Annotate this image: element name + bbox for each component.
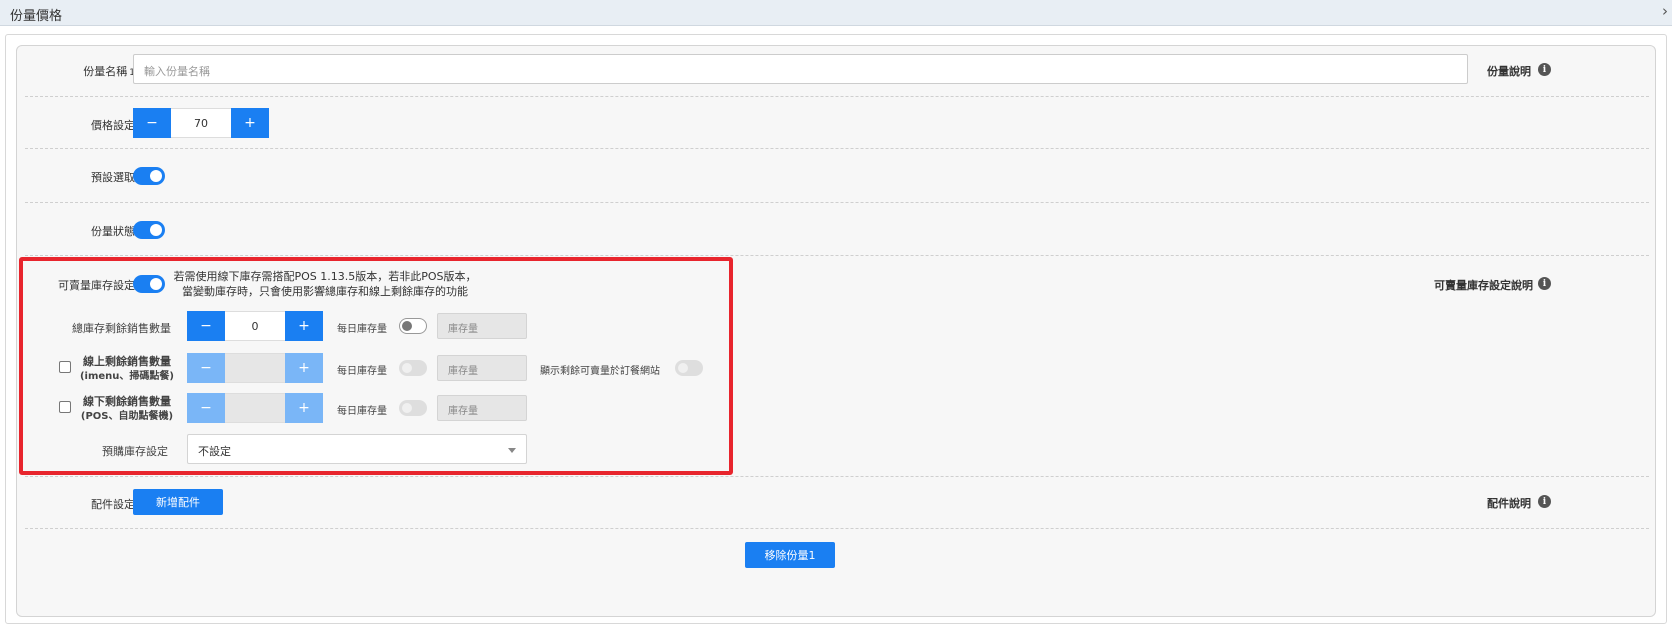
addon-label: 配件設定 bbox=[91, 498, 135, 511]
remove-portion-button[interactable]: 移除份量1 bbox=[745, 542, 835, 568]
price-label: 價格設定 bbox=[91, 119, 135, 132]
row-addon: 配件設定 新增配件 配件說明 i bbox=[17, 489, 1655, 515]
toggle-knob bbox=[150, 170, 162, 182]
divider bbox=[25, 202, 1649, 203]
info-icon[interactable]: i bbox=[1538, 63, 1551, 76]
default-select-toggle[interactable] bbox=[133, 167, 165, 185]
divider bbox=[25, 255, 1649, 256]
price-stepper: − 70 + bbox=[133, 108, 269, 138]
section-header[interactable]: 份量價格 › bbox=[0, 0, 1672, 26]
row-default-select: 預設選取 bbox=[17, 166, 1655, 186]
divider bbox=[25, 528, 1649, 529]
highlight-box bbox=[19, 257, 733, 475]
divider bbox=[25, 148, 1649, 149]
section-title: 份量價格 bbox=[10, 9, 63, 24]
divider bbox=[25, 476, 1649, 477]
add-addon-button[interactable]: 新增配件 bbox=[133, 489, 223, 515]
portion-status-label: 份量狀態 bbox=[91, 225, 135, 238]
row-portion-name: 份量名稱1 輸入份量名稱 份量說明 i bbox=[17, 54, 1655, 94]
price-value[interactable]: 70 bbox=[171, 108, 231, 138]
price-increment-button[interactable]: + bbox=[231, 108, 269, 138]
divider bbox=[25, 96, 1649, 97]
toggle-knob bbox=[150, 224, 162, 236]
inventory-help-link[interactable]: 可賣量庫存設定說明 bbox=[1434, 277, 1533, 293]
row-portion-status: 份量狀態 bbox=[17, 220, 1655, 240]
portion-name-input[interactable]: 輸入份量名稱 bbox=[133, 54, 1468, 84]
row-price: 價格設定 − 70 + bbox=[17, 108, 1655, 138]
info-icon[interactable]: i bbox=[1538, 495, 1551, 508]
default-select-label: 預設選取 bbox=[91, 171, 135, 184]
portion-help-link[interactable]: 份量說明 bbox=[1487, 63, 1531, 79]
portion-status-toggle[interactable] bbox=[133, 221, 165, 239]
chevron-right-icon[interactable]: › bbox=[1662, 2, 1668, 20]
info-icon[interactable]: i bbox=[1538, 277, 1551, 290]
portion-name-label: 份量名稱1 bbox=[83, 65, 135, 78]
addon-help-link[interactable]: 配件說明 bbox=[1487, 495, 1531, 511]
price-decrement-button[interactable]: − bbox=[133, 108, 171, 138]
